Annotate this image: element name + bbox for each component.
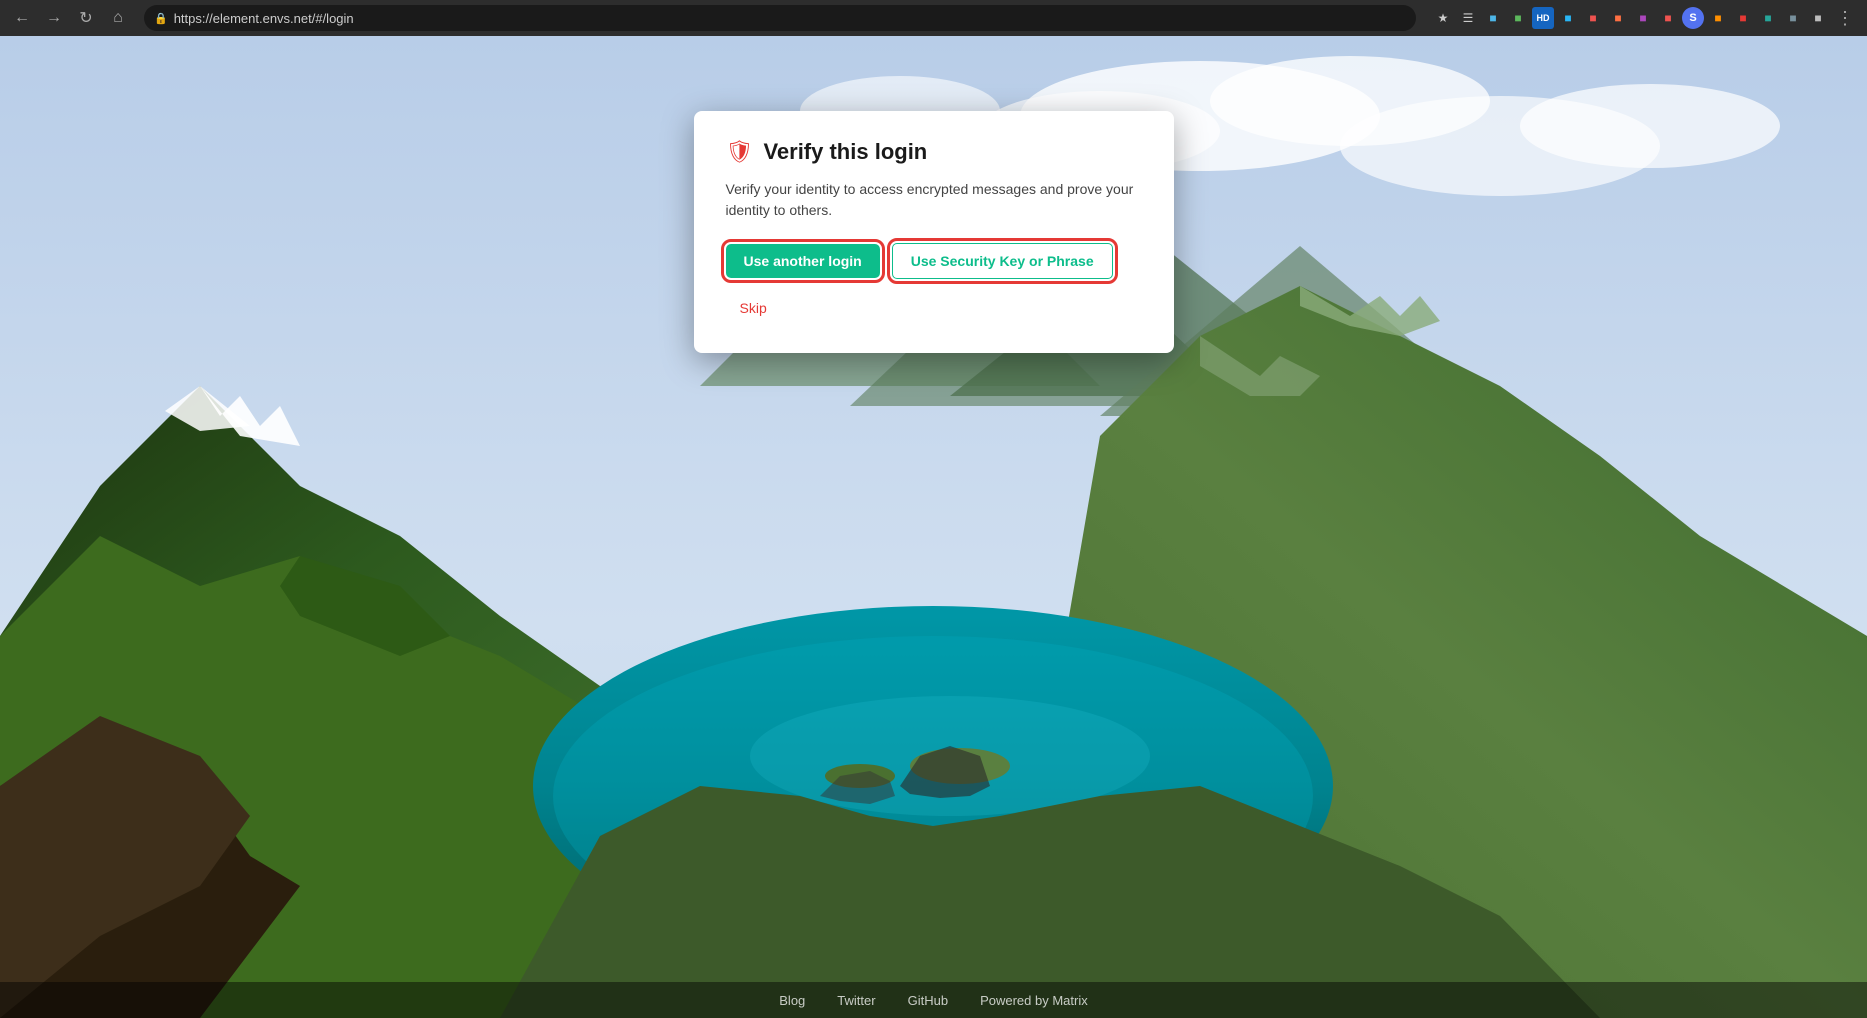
dialog-title: Verify this login: [763, 139, 927, 165]
dialog-title-row: 🛡 Verify this login: [726, 139, 1142, 165]
footer-github-link[interactable]: GitHub: [908, 993, 948, 1008]
ext1-icon[interactable]: ■: [1482, 7, 1504, 29]
ext9-icon[interactable]: ■: [1707, 7, 1729, 29]
back-button[interactable]: ←: [8, 4, 36, 32]
extensions-icon[interactable]: ☰: [1457, 7, 1479, 29]
ext8-icon[interactable]: ■: [1657, 7, 1679, 29]
home-button[interactable]: ⌂: [104, 4, 132, 32]
browser-chrome: ← → ↻ ⌂ 🔒 https://element.envs.net/#/log…: [0, 0, 1867, 36]
menu-button[interactable]: ⋮: [1831, 4, 1859, 32]
footer-powered-by-link[interactable]: Powered by Matrix: [980, 993, 1088, 1008]
bookmark-icon[interactable]: ★: [1432, 7, 1454, 29]
url-text: https://element.envs.net/#/login: [174, 11, 354, 26]
dialog-buttons: Use another login Use Security Key or Ph…: [726, 243, 1142, 325]
page-footer: Blog Twitter GitHub Powered by Matrix: [0, 982, 1867, 1018]
ext11-icon[interactable]: ■: [1757, 7, 1779, 29]
use-security-key-button[interactable]: Use Security Key or Phrase: [892, 243, 1113, 279]
page-background: 🛡 Verify this login Verify your identity…: [0, 36, 1867, 1018]
forward-button[interactable]: →: [40, 4, 68, 32]
shield-warning-icon: 🛡: [726, 139, 754, 165]
reload-button[interactable]: ↻: [72, 4, 100, 32]
ext4-icon[interactable]: ■: [1557, 7, 1579, 29]
extension-icons: ★ ☰ ■ ■ HD ■ ■ ■ ■ ■ S ■ ■ ■ ■ ■: [1432, 7, 1829, 29]
ext7-icon[interactable]: ■: [1632, 7, 1654, 29]
ext5-icon[interactable]: ■: [1582, 7, 1604, 29]
browser-actions: ★ ☰ ■ ■ HD ■ ■ ■ ■ ■ S ■ ■ ■ ■ ■ ⋮: [1428, 4, 1859, 32]
dialog-body-text: Verify your identity to access encrypted…: [726, 179, 1142, 221]
ext3-icon[interactable]: HD: [1532, 7, 1554, 29]
ext12-icon[interactable]: ■: [1782, 7, 1804, 29]
footer-twitter-link[interactable]: Twitter: [837, 993, 875, 1008]
ext2-icon[interactable]: ■: [1507, 7, 1529, 29]
verify-login-dialog: 🛡 Verify this login Verify your identity…: [694, 111, 1174, 353]
footer-blog-link[interactable]: Blog: [779, 993, 805, 1008]
lock-icon: 🔒: [154, 12, 168, 25]
dialog-overlay: 🛡 Verify this login Verify your identity…: [0, 36, 1867, 1018]
ext10-icon[interactable]: ■: [1732, 7, 1754, 29]
use-another-login-button[interactable]: Use another login: [726, 244, 880, 278]
address-bar[interactable]: 🔒 https://element.envs.net/#/login: [144, 5, 1416, 31]
profile-icon[interactable]: S: [1682, 7, 1704, 29]
ext6-icon[interactable]: ■: [1607, 7, 1629, 29]
ext13-icon[interactable]: ■: [1807, 7, 1829, 29]
skip-button[interactable]: Skip: [726, 291, 781, 325]
